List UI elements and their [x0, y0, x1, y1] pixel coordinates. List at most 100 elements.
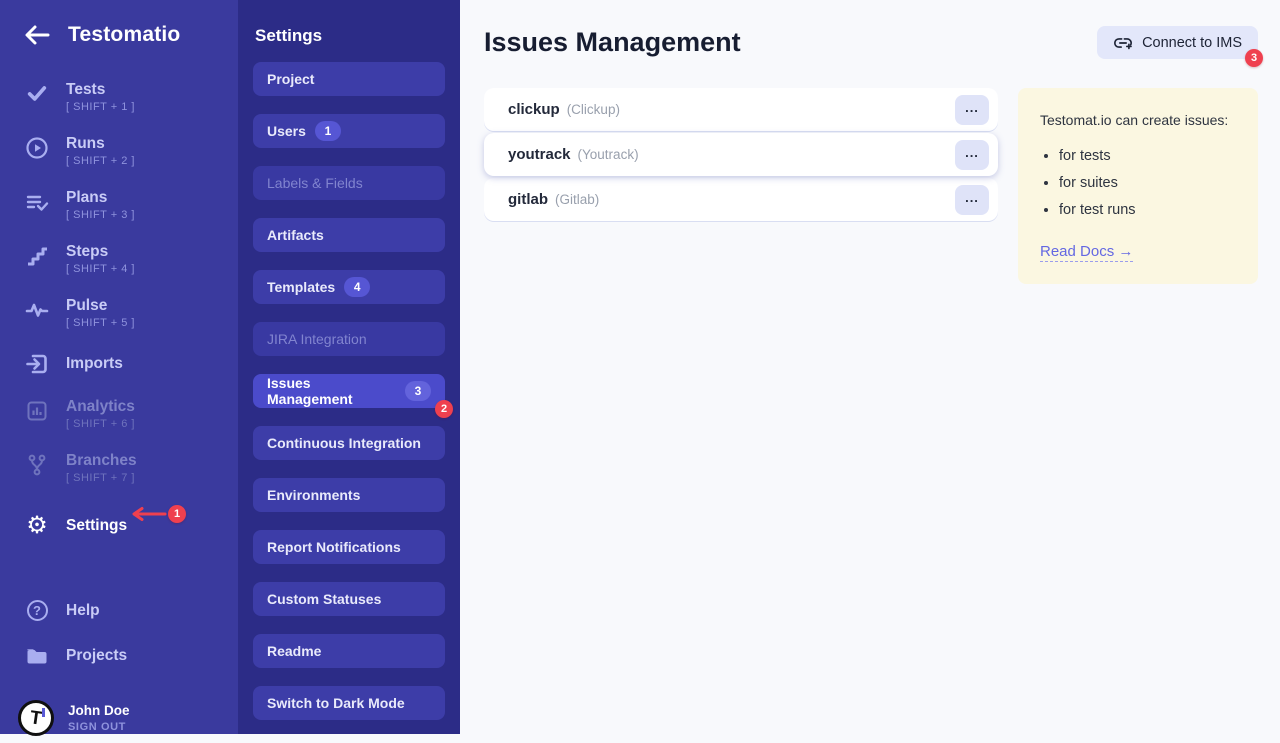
settings-submenu: Settings Project Users 1 Labels & Fields…	[238, 0, 460, 734]
sidebar-item-analytics[interactable]: Analytics [ SHIFT + 6 ]	[0, 391, 238, 437]
templates-count-badge: 4	[344, 277, 370, 297]
sidebar-item-pulse[interactable]: Pulse [ SHIFT + 5 ]	[0, 290, 238, 336]
annotation-step-1: 1	[168, 505, 186, 523]
nav-label: Analytics	[66, 398, 135, 415]
settings-item-templates[interactable]: Templates 4	[253, 270, 445, 304]
menu-item-label: Artifacts	[267, 227, 324, 243]
avatar: T	[18, 700, 54, 736]
integrations-list: clickup (Clickup) ... youtrack (Youtrack…	[484, 88, 998, 223]
nav-shortcut: [ SHIFT + 6 ]	[66, 418, 135, 430]
nav-label: Help	[66, 602, 100, 619]
link-icon	[1113, 35, 1133, 51]
nav-shortcut: [ SHIFT + 5 ]	[66, 317, 135, 329]
nav-label: Steps	[66, 243, 135, 260]
nav-label: Settings	[66, 517, 127, 534]
read-docs-link[interactable]: Read Docs →	[1040, 243, 1133, 262]
back-arrow-icon[interactable]	[22, 20, 52, 50]
list-check-icon	[24, 190, 50, 214]
sidebar-item-help[interactable]: ? Help	[0, 592, 238, 628]
menu-item-label: Switch to Dark Mode	[267, 695, 405, 711]
integration-name: clickup	[508, 101, 560, 118]
import-icon	[24, 352, 50, 376]
info-box: Testomat.io can create issues: for tests…	[1018, 88, 1258, 284]
ellipsis-icon: ...	[965, 191, 979, 204]
help-icon: ?	[24, 600, 50, 621]
sidebar-item-branches[interactable]: Branches [ SHIFT + 7 ]	[0, 445, 238, 491]
integration-type: (Youtrack)	[578, 147, 639, 162]
settings-menu-title: Settings	[255, 26, 443, 46]
sidebar-item-settings[interactable]: ⚙ Settings	[0, 507, 238, 544]
menu-item-label: Custom Statuses	[267, 591, 381, 607]
menu-item-label: Project	[267, 71, 314, 87]
main-header: Issues Management Connect to IMS	[484, 26, 1258, 59]
nav-label: Projects	[66, 647, 127, 664]
nav-label: Pulse	[66, 297, 135, 314]
play-circle-icon	[24, 136, 50, 160]
sign-out-link[interactable]: SIGN OUT	[68, 721, 130, 733]
integration-row-gitlab[interactable]: gitlab (Gitlab) ...	[484, 178, 998, 221]
user-name: John Doe	[68, 703, 130, 718]
annotation-step-3: 3	[1245, 49, 1263, 67]
info-bullet: for tests	[1059, 148, 1236, 164]
settings-item-report-notifications[interactable]: Report Notifications	[253, 530, 445, 564]
info-bullet-list: for tests for suites for test runs	[1040, 148, 1236, 218]
sidebar-bottom-group: ? Help Projects T John Doe SIGN OUT	[0, 592, 238, 743]
row-menu-ellipsis-button[interactable]: ...	[955, 95, 989, 125]
settings-item-custom-statuses[interactable]: Custom Statuses	[253, 582, 445, 616]
nav-label: Tests	[66, 81, 135, 98]
settings-item-project[interactable]: Project	[253, 62, 445, 96]
settings-item-artifacts[interactable]: Artifacts	[253, 218, 445, 252]
sidebar-item-tests[interactable]: Tests [ SHIFT + 1 ]	[0, 74, 238, 120]
settings-item-jira-integration: JIRA Integration	[253, 322, 445, 356]
sidebar-item-steps[interactable]: Steps [ SHIFT + 4 ]	[0, 236, 238, 282]
menu-item-label: Report Notifications	[267, 539, 401, 555]
nav-shortcut: [ SHIFT + 3 ]	[66, 209, 135, 221]
row-menu-ellipsis-button[interactable]: ...	[955, 185, 989, 215]
info-heading: Testomat.io can create issues:	[1040, 112, 1236, 128]
sidebar-item-runs[interactable]: Runs [ SHIFT + 2 ]	[0, 128, 238, 174]
row-menu-ellipsis-button[interactable]: ...	[955, 140, 989, 170]
menu-item-label: Templates	[267, 279, 335, 295]
main-content: Issues Management Connect to IMS clickup…	[460, 0, 1280, 734]
pulse-icon	[24, 298, 50, 322]
settings-item-labels-fields: Labels & Fields	[253, 166, 445, 200]
menu-item-label: JIRA Integration	[267, 331, 367, 347]
settings-item-dark-mode-toggle[interactable]: Switch to Dark Mode	[253, 686, 445, 720]
sidebar-item-projects[interactable]: Projects	[0, 636, 238, 675]
users-count-badge: 1	[315, 121, 341, 141]
folder-icon	[24, 644, 50, 668]
gear-icon: ⚙	[24, 515, 50, 537]
connect-to-ims-button[interactable]: Connect to IMS	[1097, 26, 1258, 59]
settings-item-environments[interactable]: Environments	[253, 478, 445, 512]
settings-item-users[interactable]: Users 1	[253, 114, 445, 148]
integration-type: (Clickup)	[567, 102, 620, 117]
issues-count-badge: 3	[405, 381, 431, 401]
content-row: clickup (Clickup) ... youtrack (Youtrack…	[484, 88, 1258, 284]
menu-item-label: Continuous Integration	[267, 435, 421, 451]
menu-item-label: Issues Management	[267, 375, 396, 407]
main-sidebar: Testomatio Tests [ SHIFT + 1 ] Runs [ SH…	[0, 0, 238, 734]
info-bullet: for suites	[1059, 175, 1236, 191]
menu-item-label: Readme	[267, 643, 321, 659]
settings-item-continuous-integration[interactable]: Continuous Integration	[253, 426, 445, 460]
settings-item-issues-management[interactable]: Issues Management 3	[253, 374, 445, 408]
integration-row-clickup[interactable]: clickup (Clickup) ...	[484, 88, 998, 131]
git-branch-icon	[24, 453, 50, 477]
menu-item-label: Users	[267, 123, 306, 139]
nav-label: Runs	[66, 135, 135, 152]
nav-shortcut: [ SHIFT + 7 ]	[66, 472, 137, 484]
integration-name: gitlab	[508, 191, 548, 208]
stairs-icon	[24, 244, 50, 268]
nav-shortcut: [ SHIFT + 2 ]	[66, 155, 135, 167]
info-bullet: for test runs	[1059, 202, 1236, 218]
bar-chart-icon	[24, 399, 50, 423]
user-account[interactable]: T John Doe SIGN OUT	[0, 693, 238, 743]
nav-label: Branches	[66, 452, 137, 469]
sidebar-item-plans[interactable]: Plans [ SHIFT + 3 ]	[0, 182, 238, 228]
settings-item-readme[interactable]: Readme	[253, 634, 445, 668]
annotation-step-2: 2	[435, 400, 453, 418]
sidebar-item-imports[interactable]: Imports	[0, 344, 238, 383]
nav-shortcut: [ SHIFT + 1 ]	[66, 101, 135, 113]
app-title: Testomatio	[68, 23, 180, 47]
integration-row-youtrack[interactable]: youtrack (Youtrack) ...	[484, 133, 998, 176]
